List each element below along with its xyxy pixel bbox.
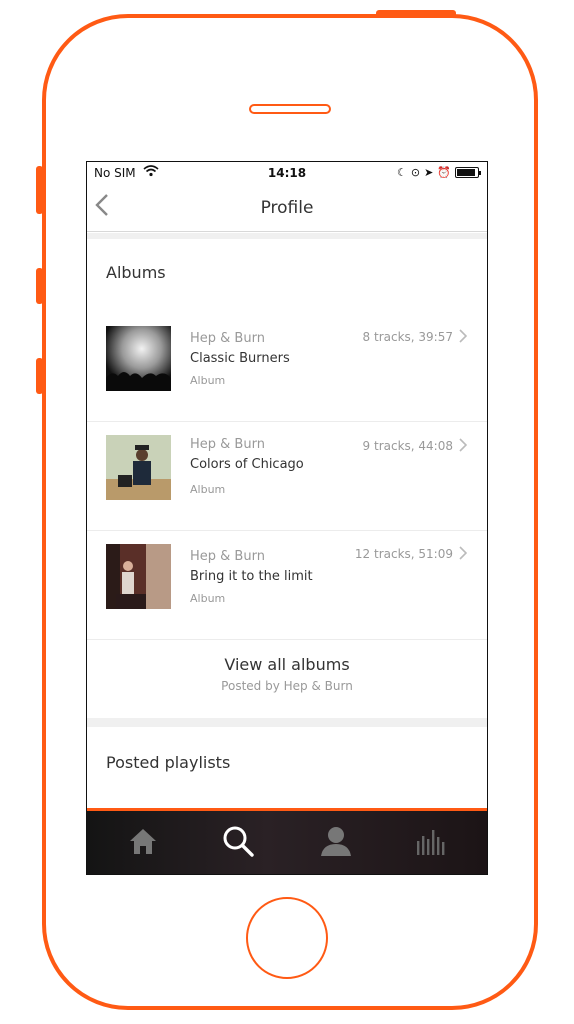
album-artist: Hep & Burn: [190, 331, 265, 346]
posted-by-label: Posted by Hep & Burn: [221, 679, 353, 693]
battery-icon: [455, 167, 481, 178]
app-screen: No SIM 14:18 ☾ ⊙ ➤ ⏰ Profile Albums Hep …: [86, 161, 488, 875]
album-cover: [106, 326, 171, 391]
album-type: Album: [190, 592, 226, 605]
navigation-bar: Profile: [87, 184, 487, 232]
home-icon: [128, 827, 158, 859]
tab-bar: [87, 808, 487, 874]
page-title: Profile: [260, 198, 314, 218]
album-row[interactable]: Hep & Burn Classic Burners Album 8 track…: [87, 313, 487, 422]
playlists-section-title: Posted playlists: [106, 753, 231, 772]
view-all-albums-button[interactable]: View all albums: [87, 655, 487, 674]
tab-stream[interactable]: [412, 825, 452, 861]
section-divider: [87, 233, 487, 239]
album-artist: Hep & Burn: [190, 437, 265, 452]
album-row[interactable]: Hep & Burn Colors of Chicago Album 9 tra…: [87, 422, 487, 531]
chevron-right-icon: [459, 329, 468, 347]
status-icons: ☾ ⊙ ➤ ⏰: [396, 166, 481, 179]
chevron-right-icon: [459, 438, 468, 456]
earpiece-speaker: [249, 104, 331, 114]
stream-icon: [416, 827, 448, 859]
profile-icon: [320, 826, 352, 860]
album-artist: Hep & Burn: [190, 549, 265, 564]
album-row[interactable]: Hep & Burn Bring it to the limit Album 1…: [87, 531, 487, 640]
album-track-info: 8 tracks, 39:57: [362, 330, 453, 344]
albums-section-title: Albums: [106, 263, 166, 282]
chevron-right-icon: [459, 546, 468, 564]
home-button[interactable]: [246, 897, 328, 979]
status-bar: No SIM 14:18 ☾ ⊙ ➤ ⏰: [87, 162, 487, 184]
album-track-info: 12 tracks, 51:09: [354, 547, 453, 561]
search-icon: [222, 825, 254, 861]
album-track-info: 9 tracks, 44:08: [362, 439, 453, 453]
album-title: Colors of Chicago: [190, 457, 304, 472]
album-cover: [106, 435, 171, 500]
section-divider: [87, 718, 487, 727]
album-cover: [106, 544, 171, 609]
album-type: Album: [190, 374, 226, 387]
device-stage: No SIM 14:18 ☾ ⊙ ➤ ⏰ Profile Albums Hep …: [0, 0, 574, 1024]
tab-search[interactable]: [218, 825, 258, 861]
album-title: Bring it to the limit: [190, 569, 313, 584]
rotation-lock-icon: ⊙: [410, 166, 421, 179]
tab-profile[interactable]: [316, 825, 356, 861]
location-icon: ➤: [424, 166, 434, 179]
album-title: Classic Burners: [190, 351, 290, 366]
alarm-icon: ⏰: [437, 166, 451, 179]
moon-icon: ☾: [396, 166, 407, 179]
tab-home[interactable]: [123, 825, 163, 861]
album-type: Album: [190, 483, 226, 496]
